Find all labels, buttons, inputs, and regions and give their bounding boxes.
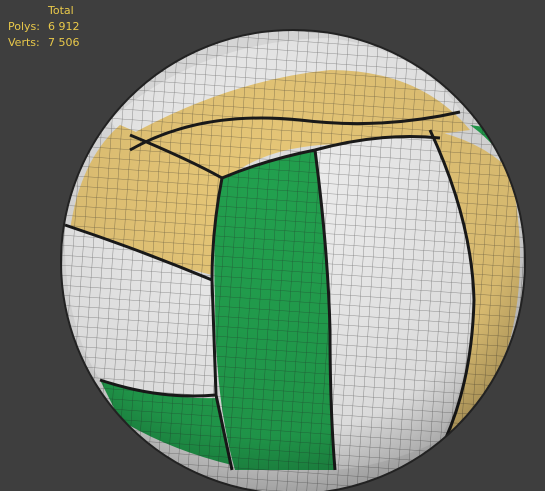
stats-value: 7 506 xyxy=(48,36,80,49)
stats-row-polys: Polys: 6 912 xyxy=(8,19,80,35)
stats-row-verts: Verts: 7 506 xyxy=(8,35,80,51)
stats-label: Verts: xyxy=(8,36,40,49)
viewport[interactable]: Total Polys: 6 912 Verts: 7 506 xyxy=(0,0,545,491)
volleyball-mesh xyxy=(60,29,526,491)
stats-value: 6 912 xyxy=(48,20,80,33)
stats-header: Total xyxy=(48,4,74,17)
stats-label: Polys: xyxy=(8,20,40,33)
viewport-statistics: Total Polys: 6 912 Verts: 7 506 xyxy=(8,3,80,51)
